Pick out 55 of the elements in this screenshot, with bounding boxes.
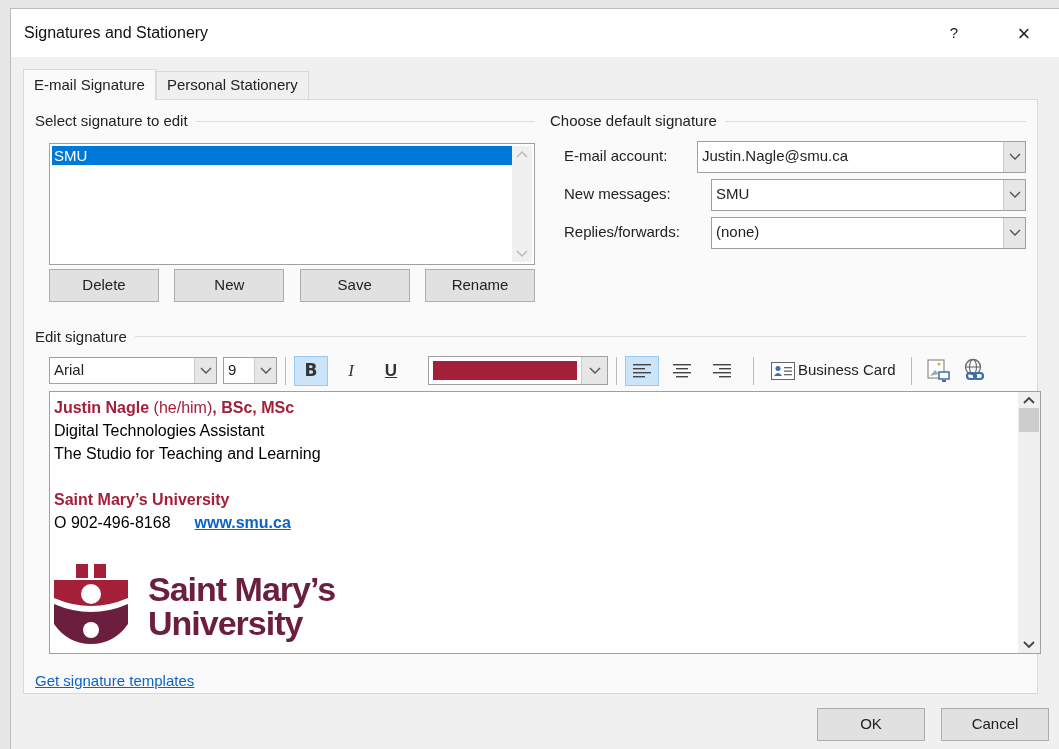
action-button[interactable]: Delete [49,268,159,302]
help-button[interactable]: ? [939,21,969,45]
signature-line: The Studio for Teaching and Learning [54,444,321,464]
chevron-down-icon [1008,152,1021,161]
underline-button[interactable]: U [374,355,408,386]
window-title: Signatures and Stationery [24,23,209,43]
align-right-icon [713,363,731,378]
signature-list[interactable]: SMU [49,142,535,265]
signature-editor[interactable]: Justin Nagle (he/him), BSc, MSc Digital Technologies Assistant The Studio for Teaching and Learning Saint Mary’s University O 902-496-8168 www.smu.ca Saint Mary’s University [49,391,1041,654]
list-item[interactable]: SMU [52,145,512,165]
italic-button[interactable]: I [334,355,368,386]
chevron-down-icon [259,366,272,375]
size-dropdown[interactable]: 9 [223,357,277,384]
picture-monitor-icon [926,358,951,383]
scroll-up-icon[interactable] [1023,396,1035,404]
website-link[interactable]: www.smu.ca [194,511,291,534]
logo-text: Saint Mary’s [148,572,336,606]
phone-number: O 902-496-8168 [54,513,171,533]
close-button[interactable]: × [1009,16,1039,50]
signature-line: Justin Nagle (he/him), BSc, MSc [54,398,295,418]
field-label: Replies/forwards: [564,222,681,243]
chevron-down-icon [588,366,601,375]
contact-card-icon [771,361,795,380]
action-button[interactable]: Rename [425,268,535,302]
tab[interactable]: E-mail Signature [23,69,156,100]
templates-link[interactable]: Get signature templates [35,670,195,693]
field-label: New messages: [564,184,672,205]
dropdown[interactable]: SMU [711,178,1026,211]
align-left-button[interactable] [625,355,659,386]
align-center-icon [673,363,691,378]
group-title: Select signature to edit [35,111,188,131]
group-title: Edit signature [35,326,127,347]
scrollbar[interactable] [1018,392,1040,653]
dropdown[interactable]: Justin.Nagle@smu.ca [697,140,1026,173]
chevron-down-icon [199,366,212,375]
dialog-button[interactable]: Cancel [941,708,1049,741]
tab[interactable]: Personal Stationery [155,71,309,99]
signature-line: Saint Mary’s University [54,490,230,510]
business-card-button[interactable]: Business Card [768,355,899,386]
field-label: E-mail account: [564,146,669,167]
scroll-down-icon[interactable] [1023,641,1035,649]
chevron-down-icon [1008,190,1021,199]
crest-logo-icon [54,564,128,644]
font-dropdown[interactable]: Arial [49,357,217,384]
group-title: Choose default signature [550,111,717,131]
align-left-icon [633,363,651,378]
scroll-thumb[interactable] [1019,408,1039,432]
dropdown[interactable]: (none) [711,216,1026,249]
bold-button[interactable]: B [294,355,328,386]
dialog-button[interactable]: OK [817,708,925,741]
chevron-down-icon [1008,228,1021,237]
action-button[interactable]: Save [299,268,410,302]
signature-line: Digital Technologies Assistant [54,421,265,441]
color-dropdown[interactable] [428,356,608,385]
action-button[interactable]: New [174,268,285,302]
